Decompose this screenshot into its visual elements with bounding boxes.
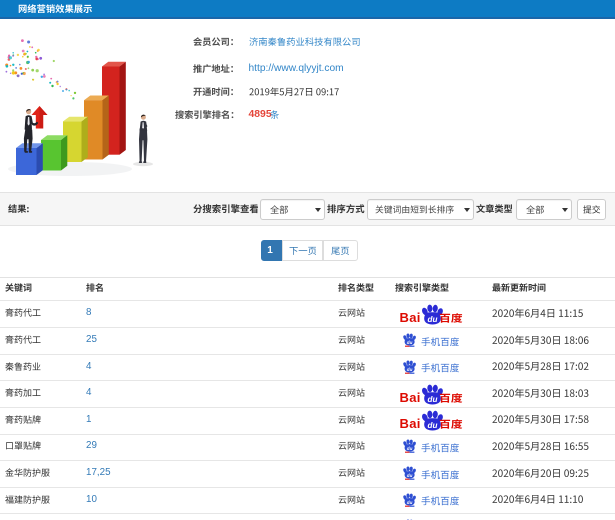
svg-text:du: du — [407, 366, 413, 371]
svg-text:du: du — [407, 499, 413, 504]
svg-text:Bai: Bai — [400, 310, 421, 325]
svg-text:du: du — [428, 421, 438, 430]
svg-text:du: du — [428, 315, 438, 324]
svg-text:Bai: Bai — [400, 389, 421, 404]
svg-text:du: du — [407, 340, 413, 345]
svg-text:du: du — [407, 446, 413, 451]
svg-text:du: du — [407, 473, 413, 478]
svg-text:du: du — [428, 395, 438, 404]
svg-text:Bai: Bai — [400, 416, 421, 431]
